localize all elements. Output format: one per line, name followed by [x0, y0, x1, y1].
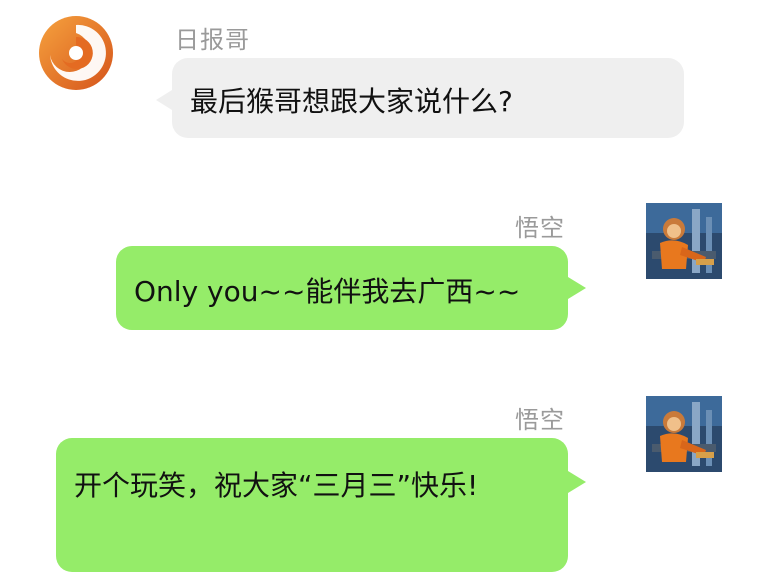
sender-name: 悟空	[515, 406, 565, 434]
sender-name: 日报哥	[175, 26, 250, 54]
avatar[interactable]	[38, 15, 114, 91]
avatar[interactable]	[646, 203, 722, 279]
monkey-king-avatar-image	[646, 396, 722, 472]
message-bubble[interactable]: Only you~~能伴我去广西~~	[116, 246, 586, 330]
sender-name: 悟空	[515, 214, 565, 242]
message-bubble[interactable]: 开个玩笑，祝大家“三月三”快乐!	[56, 438, 586, 572]
avatar[interactable]	[646, 396, 722, 472]
monkey-king-avatar-image	[646, 203, 722, 279]
message-bubble[interactable]: 最后猴哥想跟大家说什么?	[156, 58, 684, 138]
orange-swirl-logo-icon	[39, 16, 113, 90]
